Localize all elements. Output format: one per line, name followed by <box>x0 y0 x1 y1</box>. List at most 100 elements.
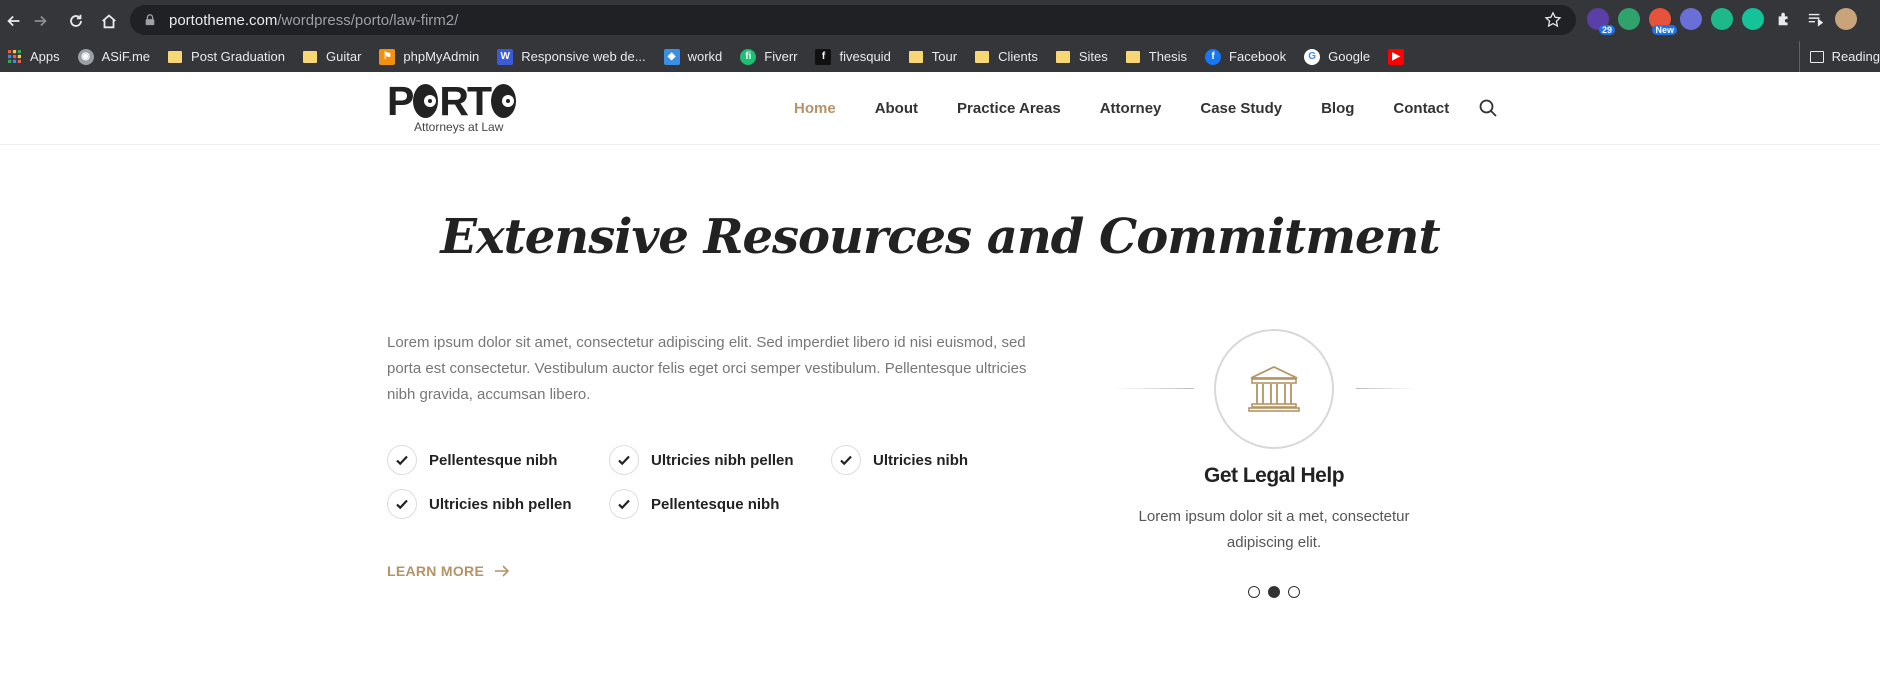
carousel-dot[interactable] <box>1248 586 1260 598</box>
divider-line-left <box>1114 388 1194 389</box>
section-headline: Extensive Resources and Commitment <box>440 209 1440 265</box>
bookmark-item[interactable]: Thesis <box>1125 49 1188 64</box>
bookmark-label: Post Graduation <box>191 49 285 64</box>
eyedropper-extension-icon[interactable] <box>1680 8 1702 30</box>
back-button[interactable] <box>0 7 28 35</box>
bookmark-item[interactable]: Post Graduation <box>168 49 285 64</box>
bookmark-item[interactable]: Apps <box>6 49 60 65</box>
learn-more-label: LEARN MORE <box>387 563 485 579</box>
bookmark-label: Clients <box>998 49 1038 64</box>
bookmark-item[interactable]: Tour <box>908 49 958 64</box>
feature-label: Ultricies nibh <box>873 451 969 469</box>
bookmark-label: Apps <box>30 49 60 64</box>
media-queue-icon[interactable] <box>1804 8 1826 30</box>
nav-case-study[interactable]: Case Study <box>1200 100 1282 117</box>
site-header: P RT Attorneys at Law Home About Practice A… <box>0 72 1880 145</box>
profile-avatar[interactable] <box>1835 8 1857 30</box>
forward-arrow-icon <box>34 15 47 27</box>
url-path: /wordpress/porto/law-firm2/ <box>277 11 459 29</box>
feature-item: Pellentesque nibh <box>609 489 831 519</box>
back-arrow-icon <box>7 15 20 27</box>
extensions-toolbar: 29 New <box>1587 8 1857 35</box>
reload-button[interactable] <box>62 7 90 35</box>
nav-practice-areas[interactable]: Practice Areas <box>957 100 1061 117</box>
learn-more-link[interactable]: LEARN MORE <box>387 563 510 579</box>
leaf-extension-icon[interactable] <box>1711 8 1733 30</box>
bookmark-label: Fiverr <box>764 49 798 64</box>
phpmyadmin-icon: ⚑ <box>379 48 396 65</box>
bookmark-item[interactable]: f Facebook <box>1205 48 1287 65</box>
bookmark-item[interactable]: Guitar <box>303 49 361 64</box>
logo-o-mark <box>413 84 439 118</box>
apps-grid-icon <box>6 49 22 65</box>
check-icon <box>609 489 639 519</box>
graduation-cap-extension-icon[interactable]: 29 <box>1587 8 1615 35</box>
forward-button[interactable] <box>26 7 54 35</box>
nav-home[interactable]: Home <box>794 100 836 117</box>
extension-badge: 29 <box>1598 25 1615 35</box>
address-bar-row: portotheme.com/wordpress/porto/law-firm2… <box>0 0 1880 41</box>
home-button[interactable] <box>95 7 123 35</box>
check-icon <box>387 445 417 475</box>
bookmark-item[interactable]: ◆ workd <box>663 48 722 65</box>
bookmark-star-icon[interactable] <box>1544 11 1562 29</box>
puzzle-icon[interactable] <box>1773 8 1795 30</box>
bookmark-label: Facebook <box>1229 49 1287 64</box>
nav-blog[interactable]: Blog <box>1321 100 1354 117</box>
bookmark-item[interactable]: ◉ ASiF.me <box>77 48 150 65</box>
bookmark-label: Responsive web de... <box>521 49 646 64</box>
carousel-dot[interactable] <box>1268 586 1280 598</box>
w-icon: W <box>497 48 514 65</box>
bookmark-item[interactable]: ▶ <box>1388 48 1412 65</box>
bookmarks-bar: Apps ◉ ASiF.me Post Graduation Guitar ⚑ phpMyA… <box>0 41 1880 72</box>
bookmark-item[interactable]: Sites <box>1055 49 1108 64</box>
reading-list-button[interactable]: Reading <box>1798 41 1880 72</box>
bookmark-item[interactable]: G Google <box>1304 48 1371 65</box>
fiverr-icon: fi <box>740 48 757 65</box>
bookmark-label: Tour <box>931 49 958 64</box>
fivesquid-icon: f <box>815 48 832 65</box>
grammarly-extension-icon[interactable] <box>1742 8 1764 30</box>
bookmark-label: Thesis <box>1148 49 1188 64</box>
home-icon <box>102 14 116 29</box>
feature-item: Ultricies nibh pellen <box>387 489 609 519</box>
bookmark-item[interactable]: f fivesquid <box>815 48 891 65</box>
folder-icon <box>303 50 317 63</box>
bookmark-item[interactable]: ⚑ phpMyAdmin <box>379 48 479 65</box>
url-text[interactable]: portotheme.com/wordpress/porto/law-firm2… <box>169 12 458 29</box>
feature-list: Pellentesque nibh Ultricies nibh pellen Ul… <box>387 445 987 519</box>
folder-icon <box>975 50 990 63</box>
address-bar[interactable]: portotheme.com/wordpress/porto/law-firm2… <box>130 5 1576 35</box>
folder-icon <box>908 50 923 63</box>
rainbow-extension-icon[interactable]: New <box>1649 8 1677 35</box>
logo-letters: P <box>387 78 414 124</box>
feature-item: Ultricies nibh <box>831 445 1031 475</box>
green-extension-icon[interactable] <box>1618 8 1640 30</box>
youtube-icon: ▶ <box>1388 48 1405 65</box>
folder-icon <box>168 50 183 63</box>
feature-item: Ultricies nibh pellen <box>609 445 831 475</box>
feature-label: Ultricies nibh pellen <box>651 451 794 469</box>
bookmark-label: Sites <box>1078 49 1108 64</box>
folder-icon <box>1055 50 1070 63</box>
bookmark-item[interactable]: W Responsive web de... <box>497 48 646 65</box>
reading-list-icon <box>1809 50 1824 63</box>
browser-chrome: portotheme.com/wordpress/porto/law-firm2… <box>0 0 1880 72</box>
card-text: Lorem ipsum dolor sit a met, consectetur… <box>1138 508 1410 551</box>
bookmark-label: Google <box>1328 49 1371 64</box>
carousel-dot[interactable] <box>1288 586 1300 598</box>
logo-o-mark-2 <box>491 84 516 118</box>
bookmark-item[interactable]: Clients <box>975 49 1038 64</box>
feature-label: Pellentesque nibh <box>651 495 780 513</box>
nav-attorney[interactable]: Attorney <box>1100 100 1162 117</box>
search-icon[interactable] <box>1478 98 1498 118</box>
bookmark-item[interactable]: fi Fiverr <box>740 48 798 65</box>
carousel-dots <box>1248 586 1300 598</box>
url-host: portotheme.com <box>169 11 278 29</box>
main-navigation: Home About Practice Areas Attorney Case Stud… <box>794 72 1488 145</box>
workd-icon: ◆ <box>663 48 680 65</box>
site-logo[interactable]: P RT Attorneys at Law <box>387 81 517 135</box>
nav-contact[interactable]: Contact <box>1393 100 1449 117</box>
bookmark-label: fivesquid <box>839 49 891 64</box>
nav-about[interactable]: About <box>875 100 918 117</box>
